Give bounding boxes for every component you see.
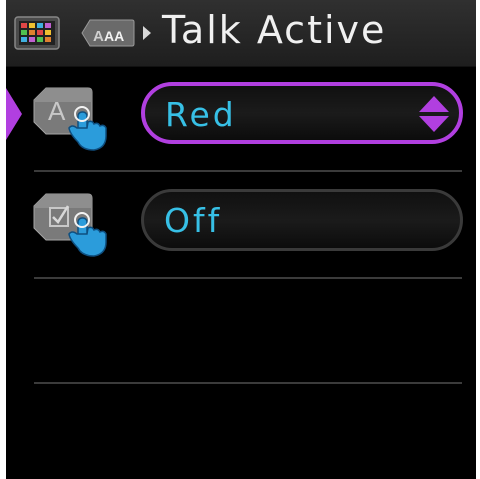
- up-down-arrows-icon[interactable]: [417, 94, 451, 134]
- divider: [34, 382, 462, 384]
- divider: [34, 277, 462, 279]
- text-touch-icon: A: [32, 82, 112, 158]
- text-size-icon[interactable]: A AA: [80, 17, 136, 53]
- toggle-value: Off: [164, 201, 223, 240]
- selection-marker: [6, 88, 22, 140]
- page-title: Talk Active: [162, 8, 387, 52]
- setting-row-text-color[interactable]: A Red: [6, 80, 476, 151]
- text-color-value: Red: [165, 95, 237, 134]
- device-screen: A AA Talk Active A Red Off: [6, 0, 476, 479]
- divider: [34, 170, 462, 172]
- svg-text:AA: AA: [104, 28, 124, 44]
- header-bar: A AA Talk Active: [6, 0, 476, 67]
- checkbox-touch-icon: [32, 188, 112, 264]
- home-grid-icon[interactable]: [14, 16, 60, 54]
- svg-text:A: A: [93, 28, 104, 45]
- toggle-pill[interactable]: Off: [141, 189, 463, 251]
- setting-row-toggle[interactable]: Off: [6, 186, 476, 257]
- breadcrumb-arrow-icon: [143, 26, 151, 40]
- text-color-spinner[interactable]: Red: [141, 82, 463, 144]
- svg-text:A: A: [48, 96, 66, 126]
